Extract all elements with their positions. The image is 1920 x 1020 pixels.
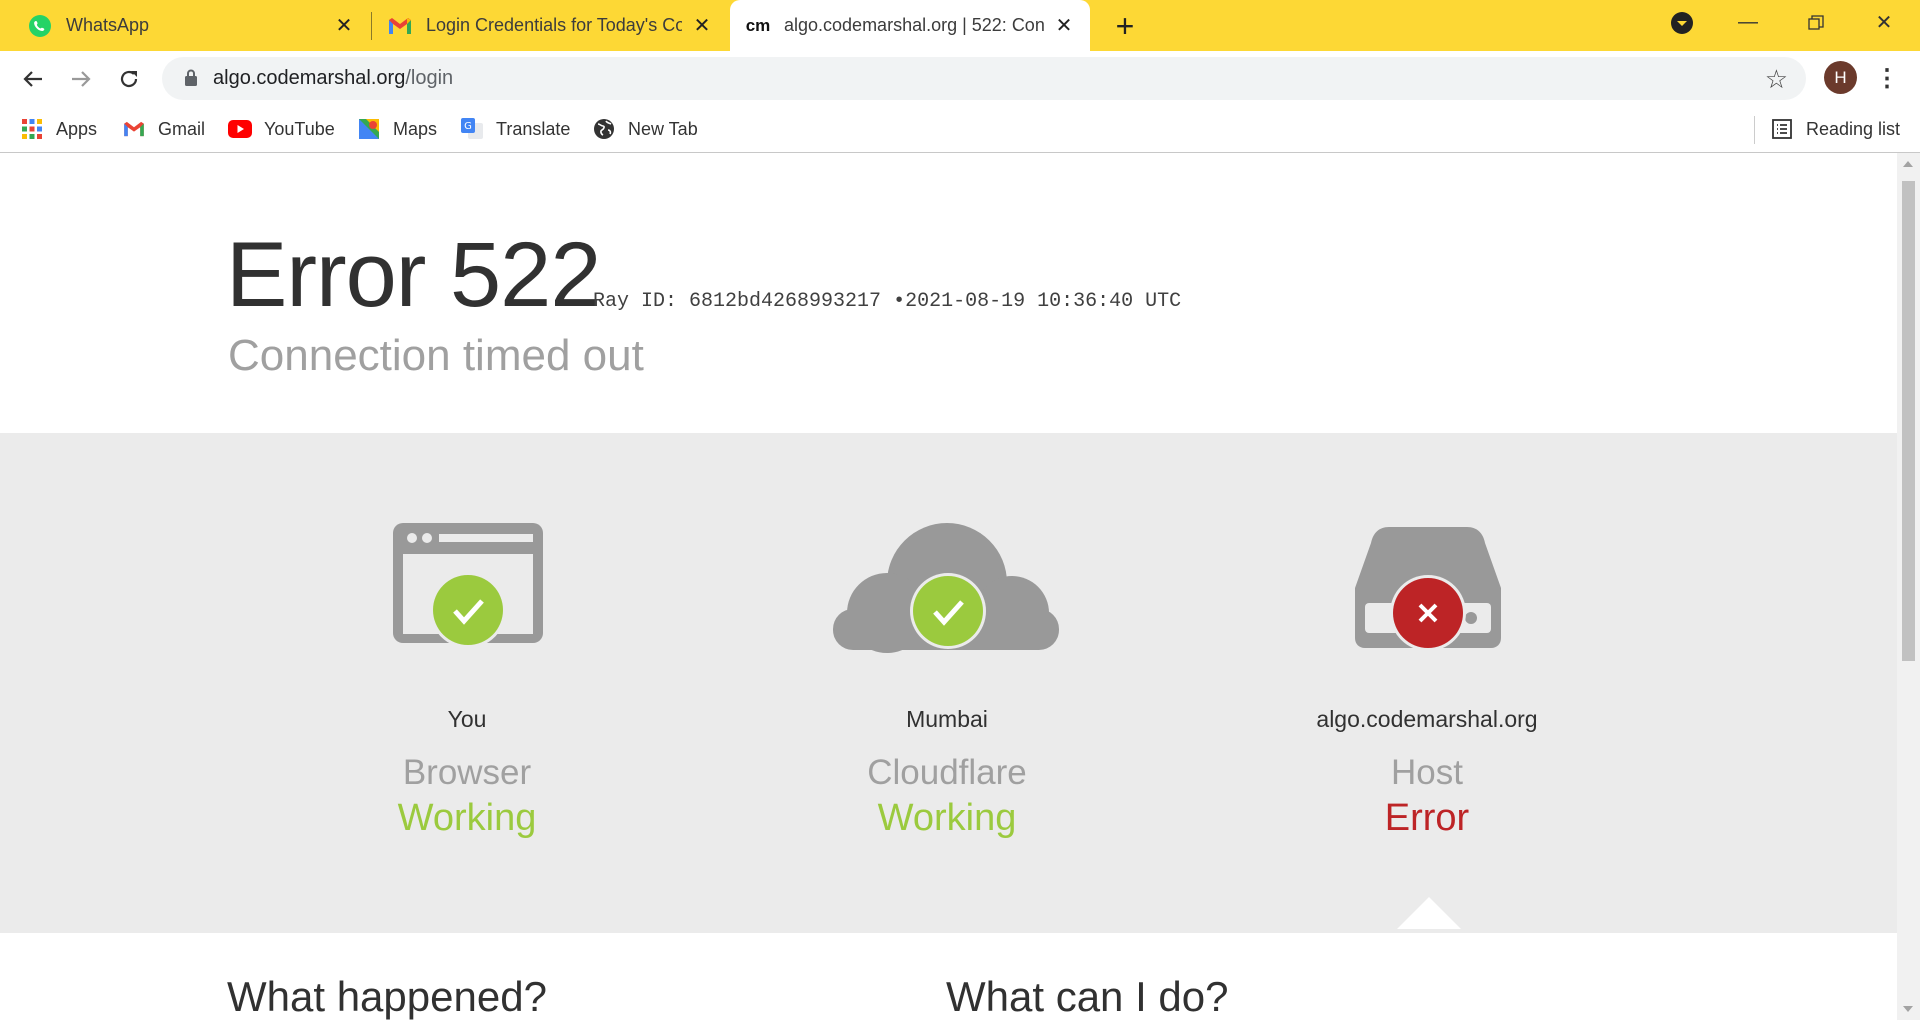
tab-search-button[interactable]	[1652, 0, 1712, 45]
status-state: Working	[877, 797, 1017, 839]
bullet: •	[893, 290, 906, 313]
status-state: Error	[1384, 797, 1470, 839]
bookmark-youtube[interactable]: YouTube	[228, 114, 335, 144]
bookmark-label: Gmail	[158, 118, 206, 139]
scrollbar-thumb[interactable]	[1902, 181, 1915, 661]
status-location: You	[447, 706, 487, 732]
info-section: What happened? What can I do?	[0, 933, 1897, 1020]
arrow-left-icon	[23, 71, 42, 87]
tab-strip: WhatsApp ✕ Login Credentials for Today's…	[0, 0, 1920, 51]
scroll-up-icon[interactable]	[1903, 161, 1913, 167]
url-host: algo.codemarshal.org	[213, 67, 406, 89]
url-path: /login	[405, 67, 454, 89]
host-pointer	[1397, 897, 1461, 929]
arrow-right-icon	[72, 71, 91, 87]
translate-icon: G	[460, 117, 484, 141]
bookmark-apps[interactable]: Apps	[20, 114, 97, 144]
page-scrollbar[interactable]	[1897, 153, 1920, 1020]
browser-icon	[227, 513, 707, 668]
gmail-icon	[122, 117, 146, 141]
reload-button[interactable]	[110, 60, 148, 98]
bookmark-label: Maps	[393, 118, 438, 139]
status-location: Mumbai	[906, 706, 988, 732]
svg-text:G: G	[464, 121, 472, 132]
tab-title: Login Credentials for Today's Contest	[426, 15, 682, 35]
back-button[interactable]	[14, 60, 52, 98]
ray-id: 6812bd4268993217	[689, 290, 882, 313]
whatsapp-icon	[28, 14, 52, 38]
what-can-i-do-heading: What can I do?	[946, 973, 1229, 1020]
reading-list-button[interactable]: Reading list	[1770, 114, 1900, 144]
cm-favicon-icon: cm	[745, 15, 771, 35]
tab-gmail[interactable]: Login Credentials for Today's Contest ✕	[372, 0, 728, 51]
reading-list-label: Reading list	[1806, 118, 1901, 139]
ray-timestamp: 2021-08-19 10:36:40 UTC	[905, 290, 1182, 313]
bookmark-translate[interactable]: G Translate	[460, 114, 570, 144]
menu-icon[interactable]: ⋮	[1872, 61, 1902, 95]
status-diagram: You Browser Working Mumbai Cloudflare Wo…	[0, 433, 1897, 933]
bookmark-label: Apps	[56, 118, 98, 139]
youtube-icon	[228, 117, 252, 141]
scroll-down-icon[interactable]	[1903, 1006, 1913, 1012]
ray-id-line: Ray ID: 6812bd4268993217 •2021-08-19 10:…	[593, 290, 1181, 313]
close-icon[interactable]: ✕	[1052, 13, 1076, 37]
bookmark-maps[interactable]: Maps	[357, 114, 437, 144]
bookmarks-bar: Apps Gmail YouTube Maps G Translate New …	[0, 106, 1920, 153]
chevron-down-icon	[1671, 11, 1693, 34]
status-name: Cloudflare	[867, 753, 1027, 792]
server-icon	[1187, 513, 1667, 668]
url-text: algo.codemarshal.org/login	[213, 67, 453, 90]
error-title: Connection timed out	[228, 331, 644, 380]
bookmark-star-icon[interactable]: ☆	[1765, 64, 1788, 95]
forward-button[interactable]	[62, 60, 100, 98]
close-window-button[interactable]: ✕	[1854, 0, 1914, 45]
globe-icon	[592, 117, 616, 141]
ray-label: Ray ID:	[593, 290, 678, 313]
status-browser: You Browser Working	[227, 433, 707, 933]
apps-grid-icon	[20, 117, 44, 141]
maps-icon	[357, 117, 381, 141]
status-state: Working	[397, 797, 537, 839]
new-tab-button[interactable]: +	[1108, 8, 1142, 44]
minimize-button[interactable]: —	[1718, 0, 1778, 45]
restore-button[interactable]	[1786, 0, 1846, 45]
bookmark-label: New Tab	[628, 118, 698, 139]
gmail-icon	[388, 14, 412, 38]
error-header: Error 522 Ray ID: 6812bd4268993217 •2021…	[0, 153, 1897, 433]
toolbar: algo.codemarshal.org/login ☆ H ⋮	[0, 51, 1920, 106]
tab-title: algo.codemarshal.org | 522: Connection t…	[784, 15, 1046, 35]
status-location: algo.codemarshal.org	[1316, 706, 1538, 732]
profile-avatar[interactable]: H	[1824, 61, 1857, 94]
bookmark-label: Translate	[496, 118, 571, 139]
bookmarks-divider	[1754, 116, 1755, 144]
status-name: Browser	[402, 753, 532, 792]
browser-chrome: WhatsApp ✕ Login Credentials for Today's…	[0, 0, 1920, 153]
error-code: Error 522	[226, 224, 601, 326]
close-icon[interactable]: ✕	[332, 13, 356, 37]
tab-whatsapp[interactable]: WhatsApp ✕	[0, 0, 370, 51]
close-icon[interactable]: ✕	[690, 13, 714, 37]
status-host: algo.codemarshal.org Host Error	[1187, 433, 1667, 933]
page-content: Error 522 Ray ID: 6812bd4268993217 •2021…	[0, 153, 1897, 1020]
what-happened-heading: What happened?	[227, 973, 547, 1020]
lock-icon	[185, 69, 197, 86]
bookmark-new-tab[interactable]: New Tab	[592, 114, 698, 144]
tab-codemarshal[interactable]: cm algo.codemarshal.org | 522: Connectio…	[730, 0, 1090, 51]
tab-title: WhatsApp	[66, 15, 150, 35]
reload-icon	[120, 70, 138, 88]
status-cloudflare: Mumbai Cloudflare Working	[707, 433, 1187, 933]
cloud-icon	[707, 513, 1187, 668]
bookmark-gmail[interactable]: Gmail	[122, 114, 205, 144]
bookmark-label: YouTube	[264, 118, 335, 139]
status-name: Host	[1391, 753, 1463, 792]
address-bar[interactable]: algo.codemarshal.org/login ☆	[162, 57, 1806, 100]
reading-list-icon	[1770, 117, 1794, 141]
restore-icon	[1808, 14, 1824, 30]
